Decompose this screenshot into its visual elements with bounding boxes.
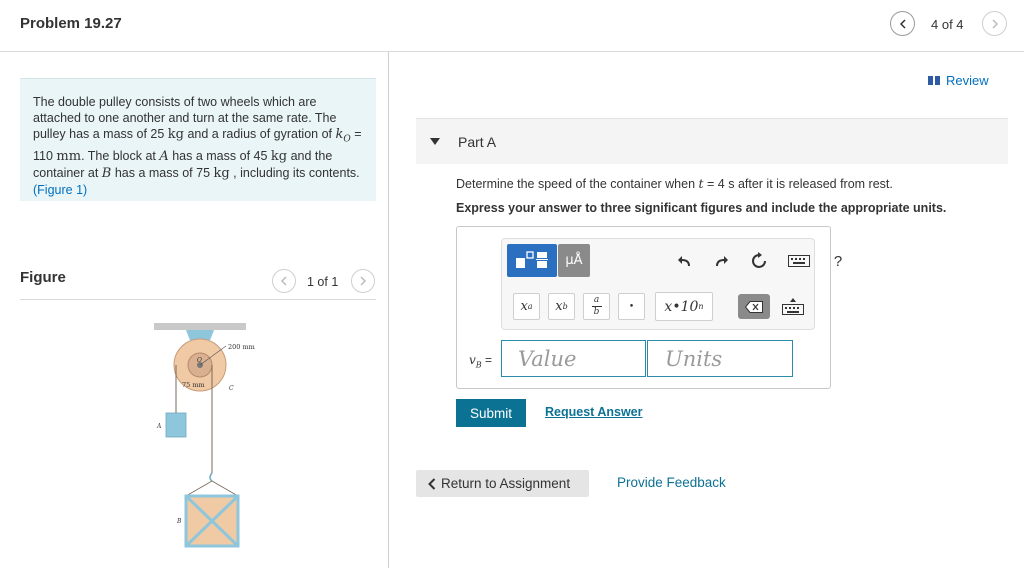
problem-text: and a radius of gyration of — [184, 127, 336, 141]
problem-pager-text: 4 of 4 — [931, 17, 964, 32]
redo-button[interactable] — [710, 250, 732, 272]
chevron-right-icon — [991, 18, 998, 29]
var-symbol: v — [469, 353, 476, 367]
help-button[interactable]: ? — [827, 250, 849, 272]
problem-text: , including its contents. — [229, 165, 360, 180]
reset-icon — [752, 252, 766, 268]
provide-feedback-link[interactable]: Provide Feedback — [617, 475, 726, 490]
keyboard-toggle-button[interactable] — [780, 296, 806, 318]
problem-text: . The block at — [81, 148, 160, 163]
delete-button[interactable] — [738, 294, 770, 319]
point-o-label: O — [197, 357, 202, 364]
chevron-left-icon — [428, 477, 436, 490]
templates-icon — [516, 250, 548, 268]
ceiling-support — [154, 323, 246, 330]
figure-title: Figure — [20, 269, 66, 286]
symbol-k-subscript: O — [343, 134, 351, 145]
unit-kg: kg — [270, 148, 288, 164]
chevron-left-icon — [899, 18, 906, 29]
fraction-button[interactable]: a b — [583, 293, 610, 320]
keyboard-up-icon — [782, 298, 804, 315]
symbol-b: B — [101, 165, 112, 181]
part-a-label: Part A — [458, 134, 497, 150]
point-b-label: B — [176, 518, 182, 525]
keyboard-button[interactable] — [786, 250, 812, 272]
question-text: Determine the speed of the container whe… — [456, 176, 893, 191]
instruction-text: Express your answer to three significant… — [456, 201, 947, 215]
redo-icon — [716, 256, 728, 266]
answer-variable-label: vB = — [469, 353, 492, 369]
undo-button[interactable] — [674, 250, 696, 272]
backspace-icon — [745, 300, 763, 313]
inner-radius-label: 75 mm — [182, 381, 205, 389]
multiply-dot-button[interactable]: • — [618, 293, 645, 320]
block-a — [165, 412, 187, 438]
chevron-left-icon — [280, 276, 287, 286]
figure-pager-text: 1 of 1 — [307, 275, 339, 289]
sci-base: x — [664, 298, 673, 315]
pane-divider — [388, 52, 389, 568]
point-a-label: A — [156, 423, 162, 430]
units-input[interactable] — [647, 340, 793, 377]
problem-text: has a mass of 45 — [168, 148, 271, 163]
templates-button[interactable] — [507, 244, 557, 277]
part-a-header[interactable]: Part A — [416, 118, 1008, 164]
request-answer-link[interactable]: Request Answer — [545, 405, 642, 419]
figure-link[interactable]: (Figure 1) — [33, 183, 87, 197]
review-label: Review — [946, 73, 989, 88]
fraction-numerator: a — [593, 295, 600, 305]
previous-figure-button[interactable] — [272, 269, 296, 293]
superscript-button[interactable]: xa — [513, 293, 540, 320]
scientific-notation-button[interactable]: x •10 n — [655, 292, 713, 321]
submit-button[interactable]: Submit — [456, 399, 526, 427]
chevron-right-icon — [360, 276, 367, 286]
next-figure-button[interactable] — [351, 269, 375, 293]
subscript-sub: b — [562, 302, 568, 311]
figure-divider — [20, 299, 376, 300]
return-to-assignment-button[interactable]: Return to Assignment — [416, 470, 589, 497]
sci-exp: n — [698, 302, 704, 311]
problem-text: has a mass of 75 — [111, 165, 214, 180]
superscript-base: x — [520, 299, 528, 314]
page-title: Problem 19.27 — [20, 15, 122, 32]
unit-kg: kg — [213, 165, 230, 181]
book-icon — [928, 76, 940, 85]
problem-statement: The double pulley consists of two wheels… — [20, 78, 376, 201]
undo-icon — [678, 256, 690, 266]
math-toolbar: μÅ ? xa xb a b • x •10 n — [501, 238, 842, 330]
fraction-denominator: b — [593, 307, 600, 317]
var-eq: = — [481, 353, 493, 367]
unit-mm: mm — [56, 148, 82, 164]
reset-button[interactable] — [748, 250, 770, 272]
answer-box: μÅ ? xa xb a b • x •10 n vB = Value Unit… — [456, 226, 842, 389]
value-input[interactable] — [501, 340, 646, 377]
outer-radius-label: 200 mm — [228, 343, 255, 351]
previous-problem-button[interactable] — [890, 11, 915, 36]
header: Problem 19.27 4 of 4 — [0, 0, 1024, 52]
caret-down-icon — [430, 138, 440, 145]
question-part: Determine the speed of the container whe… — [456, 177, 699, 191]
point-c-label: C — [229, 385, 234, 392]
next-problem-button[interactable] — [982, 11, 1007, 36]
superscript-exp: a — [527, 302, 533, 311]
return-label: Return to Assignment — [441, 476, 571, 491]
subscript-base: x — [555, 299, 563, 314]
review-link[interactable]: Review — [928, 73, 989, 88]
units-button[interactable]: μÅ — [558, 244, 590, 277]
subscript-button[interactable]: xb — [548, 293, 575, 320]
symbol-a: A — [159, 148, 169, 164]
keyboard-icon — [788, 255, 810, 267]
unit-kg: kg — [167, 127, 184, 142]
question-part: = 4 s after it is released from rest. — [703, 177, 893, 191]
sci-mid: •10 — [672, 298, 699, 315]
pulley-figure: 200 mm 75 mm O C A B — [154, 323, 255, 548]
